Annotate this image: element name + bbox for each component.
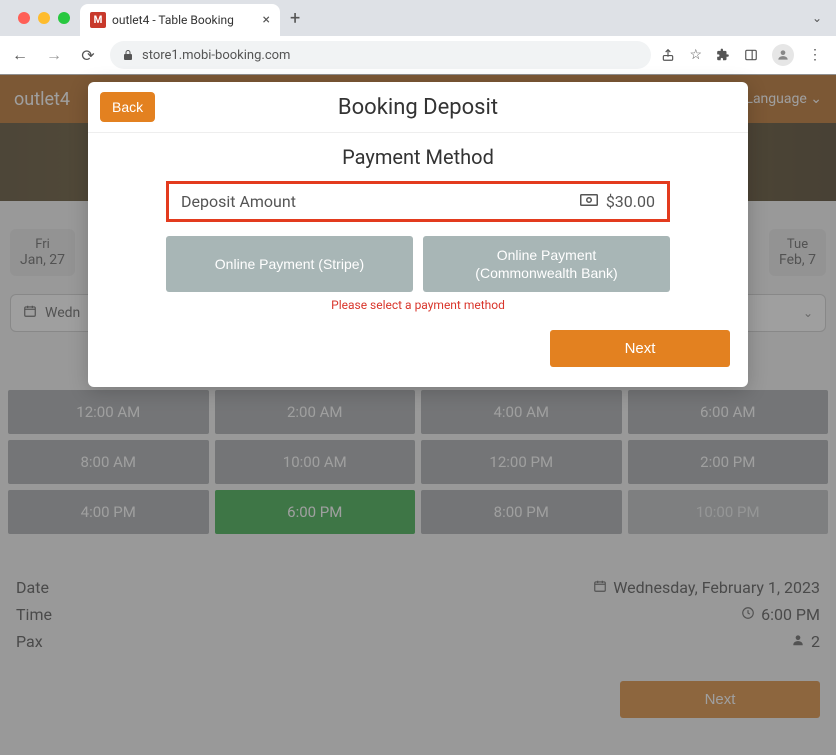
toolbar: ← → ⟳ store1.mobi-booking.com ☆ ⋮ bbox=[0, 36, 836, 74]
payment-warning: Please select a payment method bbox=[106, 298, 730, 312]
tab-title: outlet4 - Table Booking bbox=[112, 13, 234, 27]
window-controls bbox=[8, 12, 80, 24]
close-tab-icon[interactable]: × bbox=[263, 12, 270, 28]
url-text: store1.mobi-booking.com bbox=[142, 48, 290, 63]
address-bar[interactable]: store1.mobi-booking.com bbox=[110, 41, 651, 69]
modal-title: Booking Deposit bbox=[88, 95, 748, 120]
minimize-window-button[interactable] bbox=[38, 12, 50, 24]
modal-body: Payment Method Deposit Amount $30.00 Onl… bbox=[88, 133, 748, 312]
modal-header: Back Booking Deposit bbox=[88, 92, 748, 133]
tab-bar: M outlet4 - Table Booking × + ⌄ bbox=[0, 0, 836, 36]
deposit-label: Deposit Amount bbox=[181, 192, 296, 211]
payment-method-title: Payment Method bbox=[106, 145, 730, 169]
toolbar-right: ☆ ⋮ bbox=[661, 44, 828, 66]
share-icon[interactable] bbox=[661, 48, 675, 62]
close-window-button[interactable] bbox=[18, 12, 30, 24]
deposit-value: $30.00 bbox=[606, 192, 655, 211]
back-button[interactable]: Back bbox=[100, 92, 155, 122]
back-nav-icon[interactable]: ← bbox=[8, 45, 32, 65]
stripe-payment-button[interactable]: Online Payment (Stripe) bbox=[166, 236, 413, 292]
browser-chrome: M outlet4 - Table Booking × + ⌄ ← → ⟳ st… bbox=[0, 0, 836, 75]
bookmark-icon[interactable]: ☆ bbox=[689, 47, 702, 63]
favicon-icon: M bbox=[90, 12, 106, 28]
lock-icon bbox=[122, 49, 134, 61]
browser-tab[interactable]: M outlet4 - Table Booking × bbox=[80, 4, 280, 36]
modal-overlay: Back Booking Deposit Payment Method Depo… bbox=[0, 74, 836, 755]
maximize-window-button[interactable] bbox=[58, 12, 70, 24]
extensions-icon[interactable] bbox=[716, 48, 730, 62]
new-tab-button[interactable]: + bbox=[280, 8, 310, 29]
tabs-menu-icon[interactable]: ⌄ bbox=[798, 11, 836, 25]
menu-icon[interactable]: ⋮ bbox=[808, 47, 822, 63]
deposit-amount-box: Deposit Amount $30.00 bbox=[166, 181, 670, 222]
modal-footer: Next bbox=[88, 312, 748, 367]
panel-icon[interactable] bbox=[744, 48, 758, 62]
profile-avatar-icon[interactable] bbox=[772, 44, 794, 66]
modal-next-button[interactable]: Next bbox=[550, 330, 730, 367]
cash-icon bbox=[580, 192, 598, 211]
reload-icon[interactable]: ⟳ bbox=[76, 46, 100, 65]
commonwealth-payment-button[interactable]: Online Payment (Commonwealth Bank) bbox=[423, 236, 670, 292]
payment-method-buttons: Online Payment (Stripe) Online Payment (… bbox=[166, 236, 670, 292]
booking-deposit-modal: Back Booking Deposit Payment Method Depo… bbox=[88, 82, 748, 387]
forward-nav-icon: → bbox=[42, 45, 66, 65]
